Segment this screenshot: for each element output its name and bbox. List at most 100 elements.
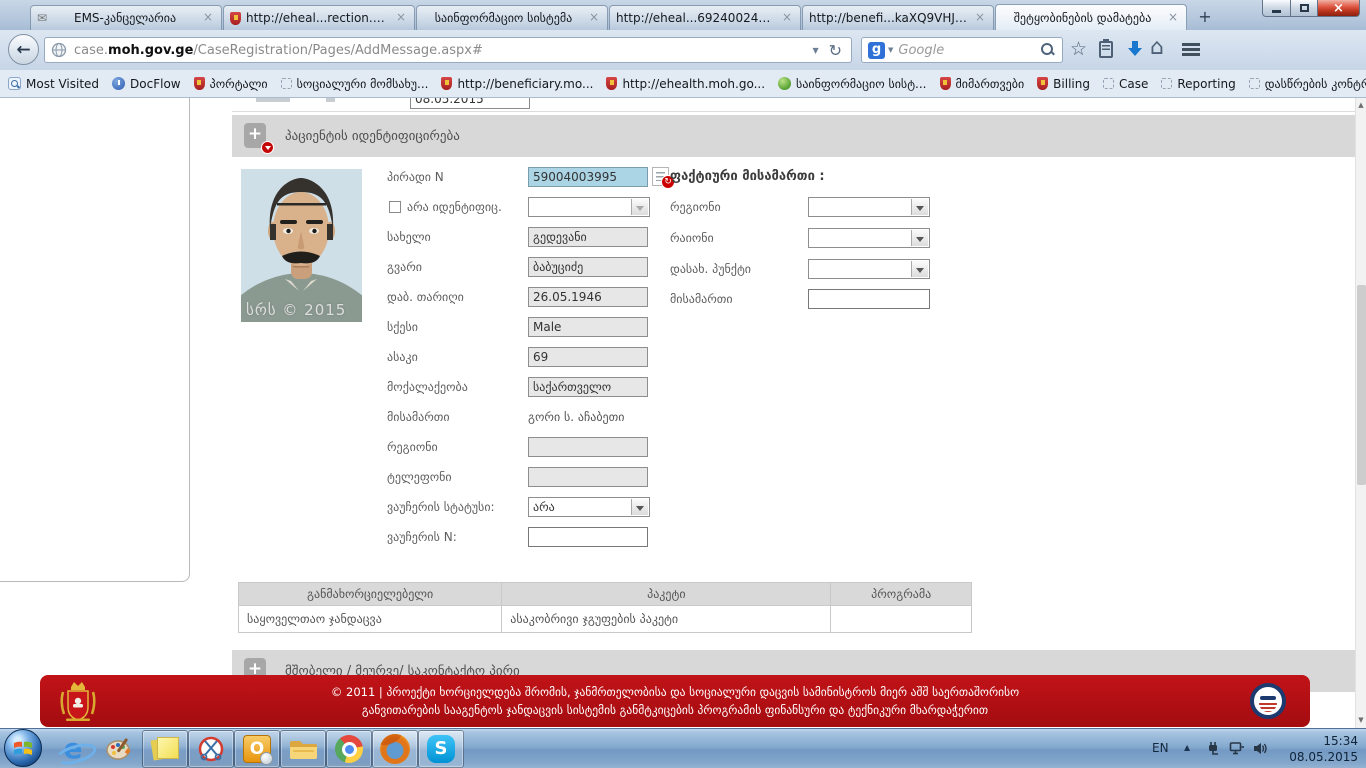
new-tab-button[interactable]: + (1192, 7, 1218, 28)
taskbar-ie-button[interactable]: e (50, 730, 96, 768)
chevron-down-icon[interactable] (631, 499, 648, 515)
bookmarks-menu-icon[interactable] (1099, 41, 1113, 58)
bookmark-case[interactable]: Case (1103, 77, 1148, 91)
taskbar-skype-button[interactable]: S (418, 730, 464, 768)
bookmark-ehealth[interactable]: http://ehealth.moh.go... (606, 77, 765, 91)
chrome-icon (335, 735, 363, 763)
bookmark-reporting[interactable]: Reporting (1161, 77, 1235, 91)
bookmark-most-visited[interactable]: Most Visited (8, 77, 99, 91)
reload-icon[interactable]: ↻ (829, 41, 842, 60)
coat-of-arms-icon (441, 77, 452, 90)
actual-district-select[interactable] (808, 228, 930, 248)
taskbar-explorer-button[interactable] (280, 730, 326, 768)
not-identified-checkbox[interactable] (389, 201, 401, 213)
tab-close-icon[interactable]: × (201, 11, 215, 25)
personal-n-input[interactable]: 59004003995 (528, 167, 648, 187)
actual-address-input[interactable] (808, 289, 930, 309)
bookmark-social-service[interactable]: სოციალური მომსახუ... (281, 77, 429, 91)
bookmark-docflow[interactable]: DocFlow (112, 77, 181, 91)
taskbar-clock[interactable]: 15:34 08.05.2015 (1278, 733, 1358, 765)
tab-ems[interactable]: ✉ EMS-კანცელარია × (30, 5, 222, 30)
tab-close-icon[interactable]: × (587, 11, 601, 25)
globe-icon (51, 42, 67, 58)
tab-beneficiary[interactable]: http://benefi...kaXQ9VHJ1ZQ2 × (802, 5, 994, 30)
search-icon[interactable] (1040, 42, 1056, 58)
chevron-down-icon[interactable] (911, 199, 928, 215)
taskbar-firefox-button[interactable] (372, 730, 418, 768)
placeholder-icon (1249, 78, 1260, 89)
coat-of-arms-icon (230, 12, 241, 25)
url-bar[interactable]: case.moh.gov.ge/CaseRegistration/Pages/A… (44, 37, 852, 63)
close-button[interactable]: × (1318, 0, 1360, 17)
table-row[interactable]: საყოველთაო ჯანდაცვა ასაკობრივი ჯგუფების … (239, 605, 971, 632)
outlook-icon: O (243, 735, 271, 763)
search-engine-dropdown-icon[interactable]: ▼ (888, 46, 893, 54)
verify-id-button[interactable]: ↻ (652, 167, 669, 186)
bookmark-attendance[interactable]: დასწრების კონტრო... (1249, 77, 1366, 91)
envelope-icon: ✉ (37, 11, 47, 25)
search-bar[interactable]: g ▼ Google (861, 37, 1063, 63)
section-title: პაციენტის იდენტიფიცირება (285, 129, 460, 144)
scroll-down-button[interactable]: ▼ (1356, 713, 1366, 728)
url-dropdown-icon[interactable]: ▼ (812, 46, 818, 55)
google-icon[interactable]: g (868, 42, 885, 59)
network-icon[interactable] (1229, 741, 1245, 760)
tab-add-message-active[interactable]: შეტყობინების დამატება × (995, 4, 1187, 30)
scrollbar-thumb[interactable] (1357, 285, 1366, 485)
bookmark-label: http://beneficiary.mo... (457, 77, 593, 91)
chevron-down-icon[interactable] (631, 199, 648, 215)
patient-photo: სრს © 2015 (241, 169, 362, 322)
taskbar-chrome-button[interactable] (326, 730, 372, 768)
sex-input: Male (528, 317, 648, 337)
menu-icon[interactable] (1182, 43, 1200, 46)
clipped-date-input[interactable]: 08.05.2015 (410, 98, 530, 109)
collapse-toggle-button[interactable]: + (244, 123, 269, 150)
taskbar-outlook-button[interactable]: O (234, 730, 280, 768)
bookmark-beneficiary[interactable]: http://beneficiary.mo... (441, 77, 593, 91)
back-button[interactable]: ← (8, 34, 39, 65)
bookmark-star-icon[interactable]: ☆ (1070, 38, 1087, 60)
bookmark-portal[interactable]: პორტალი (194, 77, 268, 91)
tab-close-icon[interactable]: × (780, 11, 794, 25)
chevron-down-icon[interactable] (911, 230, 928, 246)
power-icon[interactable] (1206, 741, 1221, 760)
taskbar-snipping-tool-button[interactable] (188, 730, 234, 768)
footer-line2: განვითარების სააგენტოს ჯანდაცვის სისტემი… (160, 701, 1190, 719)
home-icon[interactable]: ⌂ (1150, 35, 1164, 60)
restore-button[interactable] (1291, 0, 1318, 17)
region-label: რეგიონი (387, 437, 438, 457)
tab-correction[interactable]: http://eheal...rection.aspx × (223, 5, 415, 30)
url-path: /CaseRegistration/Pages/AddMessage.aspx# (193, 43, 482, 58)
bookmark-referrals[interactable]: მიმართვები (940, 77, 1025, 91)
minimize-button[interactable] (1262, 0, 1291, 17)
firefox-icon (380, 734, 410, 764)
not-identified-select[interactable] (528, 197, 650, 217)
volume-icon[interactable] (1252, 741, 1268, 760)
tab-ehealth[interactable]: http://eheal...6924002456190 × (609, 5, 801, 30)
tab-close-icon[interactable]: × (1166, 11, 1180, 25)
start-button[interactable] (4, 729, 42, 767)
taskbar-paint-button[interactable] (96, 730, 142, 768)
bookmark-info-system[interactable]: საინფორმაციო სისტ... (778, 77, 926, 91)
tab-close-icon[interactable]: × (394, 11, 408, 25)
chevron-down-icon[interactable] (911, 261, 928, 277)
bookmark-billing[interactable]: Billing (1037, 77, 1090, 91)
hidden-icons-button[interactable]: ▲ (1184, 743, 1190, 752)
first-name-input: გედევანი (528, 227, 648, 247)
actual-settlement-label: დასახ. პუნქტი (670, 259, 751, 279)
actual-region-select[interactable] (808, 197, 930, 217)
tab-close-icon[interactable]: × (973, 11, 987, 25)
voucher-status-select[interactable]: არა (528, 497, 650, 517)
language-indicator[interactable]: EN (1152, 741, 1169, 755)
not-identified-label: არა იდენტიფიც. (407, 197, 502, 217)
restore-icon (1300, 4, 1309, 12)
taskbar-sticky-notes-button[interactable] (142, 730, 188, 768)
voucher-n-input[interactable] (528, 527, 648, 547)
bookmark-label: Most Visited (26, 77, 99, 91)
scroll-up-button[interactable]: ▲ (1356, 98, 1366, 113)
navigation-toolbar: ← case.moh.gov.ge/CaseRegistration/Pages… (0, 30, 1366, 70)
placeholder-icon (1161, 78, 1172, 89)
age-input: 69 (528, 347, 648, 367)
tab-info-system[interactable]: საინფორმაციო სისტემა × (416, 5, 608, 30)
actual-settlement-select[interactable] (808, 259, 930, 279)
